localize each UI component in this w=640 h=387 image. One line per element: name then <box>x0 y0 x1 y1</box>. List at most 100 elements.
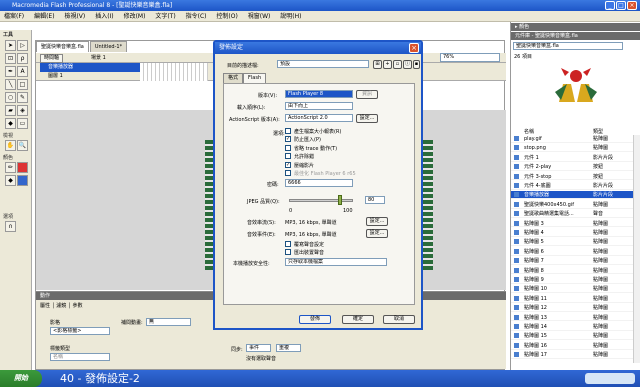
jpeg-quality-slider[interactable] <box>338 195 343 205</box>
option-checkbox[interactable]: ✓ <box>285 161 291 168</box>
fill-swatch[interactable] <box>17 175 28 186</box>
library-file-select[interactable]: 聖誕快樂音樂盒.fla <box>513 42 623 50</box>
timeline-button[interactable]: 時間軸 <box>40 54 64 63</box>
brush-icon[interactable]: ▰ <box>5 105 16 116</box>
hand-tool-icon[interactable]: ✋ <box>5 140 16 151</box>
option-checkbox[interactable]: ✓ <box>285 136 291 143</box>
close-button[interactable]: × <box>627 1 637 10</box>
library-item[interactable]: 點陣圖 11 點陣圖 <box>511 295 633 303</box>
library-item[interactable]: 點陣圖 14 點陣圖 <box>511 323 633 331</box>
option-checkbox[interactable] <box>285 170 291 176</box>
tab-parameters[interactable]: 參數 <box>72 303 82 309</box>
snap-magnet-icon[interactable]: ∩ <box>5 221 16 232</box>
pencil-icon[interactable]: ✎ <box>17 92 28 103</box>
tab-document-2[interactable]: Untitled-1* <box>89 41 128 52</box>
menu-control[interactable]: 控制(O) <box>216 13 237 20</box>
publish-button[interactable]: 發佈 <box>299 315 331 324</box>
library-item[interactable]: 點陣圖 13 點陣圖 <box>511 314 633 322</box>
library-item[interactable]: 音樂播放器 影片片段 <box>511 191 633 200</box>
actionscript-settings-button[interactable]: 設定... <box>356 114 378 123</box>
library-item[interactable]: 點陣圖 12 點陣圖 <box>511 304 633 312</box>
library-item[interactable]: 點陣圖 9 點陣圖 <box>511 276 633 284</box>
maximize-button[interactable]: □ <box>616 1 626 10</box>
profile-select[interactable]: 預設 <box>277 60 369 68</box>
subselect-tool-icon[interactable]: ▷ <box>17 40 28 51</box>
menu-modify[interactable]: 修改(M) <box>124 13 146 20</box>
menu-file[interactable]: 檔案(F) <box>4 13 24 20</box>
line-tool-icon[interactable]: ╲ <box>5 79 16 90</box>
profile-add-icon[interactable]: + <box>383 60 392 69</box>
library-item[interactable]: 點陣圖 10 點陣圖 <box>511 285 633 294</box>
library-item[interactable]: 點陣圖 8 點陣圖 <box>511 267 633 275</box>
stroke-color-icon[interactable]: ✏ <box>5 162 16 173</box>
lasso-icon[interactable]: ρ <box>17 53 28 64</box>
sync-select[interactable]: 事件 <box>246 344 271 352</box>
menu-insert[interactable]: 插入(I) <box>95 13 113 20</box>
eraser-icon[interactable]: ▭ <box>17 118 28 129</box>
library-item[interactable]: 元件 3-stop 按鈕 <box>511 173 633 181</box>
menu-commands[interactable]: 指令(C) <box>186 13 207 20</box>
option-checkbox[interactable] <box>285 153 291 160</box>
menu-view[interactable]: 檢視(V) <box>64 13 85 20</box>
menu-text[interactable]: 文字(T) <box>155 13 175 20</box>
color-panel-header[interactable]: ▸ 顏色 <box>511 23 640 31</box>
library-col-type[interactable]: 類型 <box>593 128 603 135</box>
version-select[interactable]: Flash Player 8 <box>285 90 353 98</box>
option-checkbox[interactable] <box>285 128 291 134</box>
timeline-frames[interactable] <box>140 63 208 81</box>
audio-stream-settings-button[interactable]: 設定... <box>366 217 388 226</box>
layer-1[interactable]: 圖層 1 <box>40 72 140 81</box>
text-tool-icon[interactable]: A <box>17 66 28 77</box>
start-button[interactable]: 開始 <box>0 370 42 387</box>
library-item[interactable]: 點陣圖 6 點陣圖 <box>511 248 633 256</box>
repeat-select[interactable]: 重複 <box>276 344 301 352</box>
library-item[interactable]: 聖誕歌曲精選集電話... 聲音 <box>511 210 633 218</box>
fill-color-icon[interactable]: ◆ <box>5 175 16 186</box>
label-type-select[interactable]: 名稱 <box>50 353 110 361</box>
library-item[interactable]: 點陣圖 5 點陣圖 <box>511 238 633 247</box>
stroke-swatch[interactable] <box>17 162 28 173</box>
library-item[interactable]: play.gif 點陣圖 <box>511 135 633 143</box>
dialog-close-icon[interactable]: × <box>409 43 419 53</box>
tab-formats[interactable]: 格式 <box>223 73 244 83</box>
load-order-select[interactable]: 由下而上 <box>285 102 353 110</box>
ok-button[interactable]: 確定 <box>342 315 374 324</box>
actionscript-select[interactable]: ActionScript 2.0 <box>285 114 353 122</box>
library-item[interactable]: 點陣圖 3 點陣圖 <box>511 220 633 228</box>
jpeg-quality-track[interactable] <box>289 199 353 202</box>
library-item[interactable]: 聖誕快樂400x450.gif 點陣圖 <box>511 201 633 209</box>
local-security-select[interactable]: 只存取本機檔案 <box>285 258 387 266</box>
library-col-name[interactable]: 名稱 <box>524 128 534 135</box>
tween-select[interactable]: 無 <box>146 318 191 326</box>
rectangle-tool-icon[interactable]: □ <box>17 79 28 90</box>
menu-edit[interactable]: 編輯(E) <box>34 13 54 20</box>
frame-label-input[interactable]: <影格標籤> <box>50 327 110 335</box>
jpeg-quality-input[interactable]: 80 <box>365 196 385 204</box>
profile-duplicate-icon[interactable]: ▫ <box>393 60 402 69</box>
selection-tool-icon[interactable]: ➤ <box>5 40 16 51</box>
tab-properties[interactable]: 屬性 <box>40 303 50 309</box>
library-item[interactable]: 點陣圖 17 點陣圖 <box>511 351 633 359</box>
zoom-tool-icon[interactable]: 🔍 <box>17 140 28 151</box>
library-item[interactable]: stop.png 點陣圖 <box>511 144 633 153</box>
menu-help[interactable]: 說明(H) <box>280 13 301 20</box>
zoom-field[interactable]: 76% <box>440 53 500 62</box>
library-item[interactable]: 元件 2-play 按鈕 <box>511 163 633 171</box>
option-checkbox[interactable] <box>285 144 291 151</box>
library-item[interactable]: 元件 4-底圖 影片片段 <box>511 182 633 190</box>
password-input[interactable]: 6666 <box>285 179 353 187</box>
library-header[interactable]: 元件庫 - 聖誕快樂音樂盒.fla <box>511 32 640 40</box>
library-item[interactable]: 元件 1 影片片段 <box>511 154 633 162</box>
tab-filters[interactable]: 濾鏡 <box>56 303 66 309</box>
profile-delete-icon[interactable]: ▪ <box>413 60 420 69</box>
ink-bottle-icon[interactable]: ◈ <box>17 105 28 116</box>
export-device-sound-checkbox[interactable] <box>285 249 291 255</box>
library-item[interactable]: 點陣圖 16 點陣圖 <box>511 342 633 350</box>
cancel-button[interactable]: 取消 <box>383 315 415 324</box>
menu-window[interactable]: 視窗(W) <box>248 13 271 20</box>
audio-event-settings-button[interactable]: 設定... <box>366 229 388 238</box>
tab-flash[interactable]: Flash <box>243 73 267 83</box>
library-scrollbar[interactable] <box>633 135 640 363</box>
library-item[interactable]: 點陣圖 4 點陣圖 <box>511 229 633 237</box>
override-sound-checkbox[interactable] <box>285 241 291 247</box>
